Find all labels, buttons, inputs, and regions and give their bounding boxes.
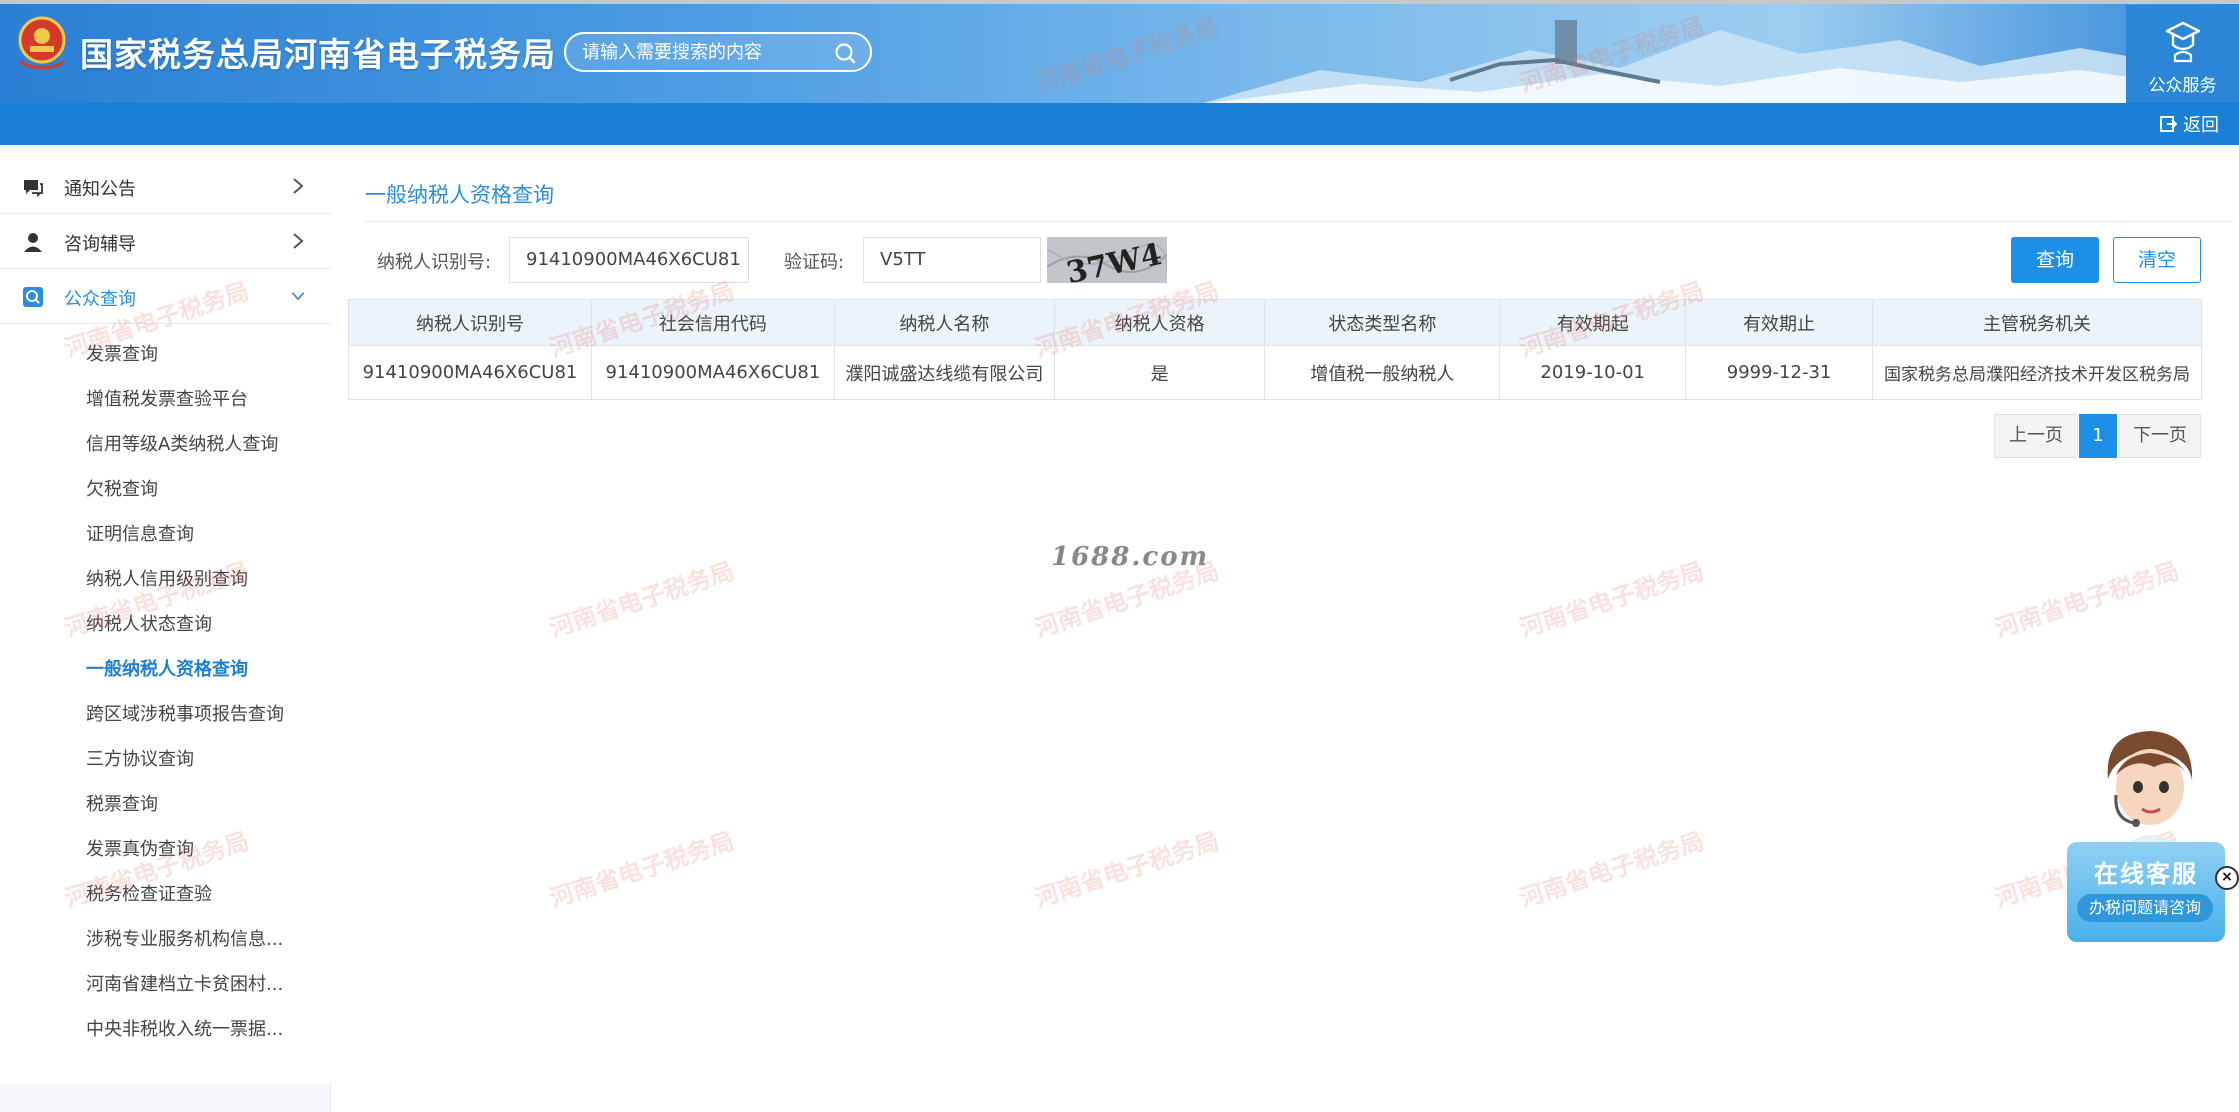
next-page-button[interactable]: 下一页 <box>2119 414 2201 458</box>
captcha-label: 验证码: <box>784 252 845 273</box>
captcha-image[interactable]: 37W4 <box>1047 237 1167 283</box>
public-service-label: 公众服务 <box>2148 76 2217 96</box>
sidebar-item-public-query[interactable]: 公众查询 <box>0 269 331 324</box>
great-wall-illustration <box>1203 20 2150 103</box>
submenu-item[interactable]: 纳税人信用级别查询 <box>86 565 248 591</box>
chevron-right-icon <box>293 233 304 249</box>
column-header: 社会信用代码 <box>590 299 835 346</box>
chevron-right-icon <box>293 178 304 194</box>
sidebar: 通知公告 咨询辅导 公众查询 发票查询 增值税发票查验平台 信用等级A类纳税人查… <box>0 159 331 1112</box>
service-agent-avatar-icon <box>2107 731 2193 847</box>
header-toolbar: 返回 <box>0 103 2239 145</box>
submenu-item[interactable]: 三方协议查询 <box>86 745 194 771</box>
clear-button[interactable]: 清空 <box>2113 237 2201 283</box>
column-header: 主管税务机关 <box>1871 299 2203 346</box>
tax-emblem-icon <box>18 16 66 70</box>
table-cell: 9999-12-31 <box>1685 345 1873 400</box>
submenu-item[interactable]: 涉税专业服务机构信息... <box>86 925 283 951</box>
site-header: 国家税务总局河南省电子税务局 公众服务 <box>0 0 2239 103</box>
table-header-row: 纳税人识别号 社会信用代码 纳税人名称 纳税人资格 状态类型名称 有效期起 有效… <box>348 299 2203 346</box>
column-header: 有效期起 <box>1499 299 1687 346</box>
submenu-item-current[interactable]: 一般纳税人资格查询 <box>86 655 248 681</box>
search-icon[interactable] <box>834 42 856 64</box>
prev-page-button[interactable]: 上一页 <box>1994 414 2078 458</box>
submenu-item[interactable]: 增值税发票查验平台 <box>86 385 248 411</box>
divider <box>365 221 2233 222</box>
column-header: 纳税人名称 <box>833 299 1055 346</box>
customer-service-panel[interactable]: 在线客服 办税问题请咨询 <box>2067 842 2225 942</box>
submenu-item[interactable]: 发票查询 <box>86 340 158 366</box>
top-border <box>0 0 2239 4</box>
sidebar-item-label: 咨询辅导 <box>64 234 136 255</box>
submenu-item[interactable]: 发票真伪查询 <box>86 835 194 861</box>
submenu-item[interactable]: 中央非税收入统一票据... <box>86 1015 283 1041</box>
search-input[interactable] <box>582 40 822 64</box>
graduate-cap-icon <box>2165 21 2201 63</box>
table-row: 91410900MA46X6CU81 91410900MA46X6CU81 濮阳… <box>348 345 2203 400</box>
site-title: 国家税务总局河南省电子税务局 <box>80 35 556 74</box>
table-cell: 增值税一般纳税人 <box>1264 345 1501 400</box>
table-cell: 91410900MA46X6CU81 <box>590 345 835 400</box>
submenu-item[interactable]: 河南省建档立卡贫困村... <box>86 970 283 996</box>
site-search[interactable] <box>564 32 872 72</box>
public-service-button[interactable]: 公众服务 <box>2126 5 2239 103</box>
sidebar-item-announcements[interactable]: 通知公告 <box>0 159 331 214</box>
column-header: 纳税人资格 <box>1053 299 1266 346</box>
consultant-icon <box>24 233 42 252</box>
taxpayer-id-input[interactable]: 91410900MA46X6CU81 <box>509 237 749 283</box>
customer-service-subtitle[interactable]: 办税问题请咨询 <box>2077 894 2213 922</box>
submenu-item[interactable]: 纳税人状态查询 <box>86 610 212 636</box>
table-cell: 是 <box>1053 345 1266 400</box>
main-content: 一般纳税人资格查询 纳税人识别号: 91410900MA46X6CU81 验证码… <box>331 159 2239 1112</box>
submenu-item[interactable]: 证明信息查询 <box>86 520 194 546</box>
column-header: 纳税人识别号 <box>348 299 592 346</box>
page-title: 一般纳税人资格查询 <box>365 183 554 207</box>
customer-service-title: 在线客服 <box>2094 860 2198 888</box>
table-cell: 2019-10-01 <box>1499 345 1687 400</box>
submenu-item[interactable]: 欠税查询 <box>86 475 158 501</box>
submenu-item[interactable]: 跨区域涉税事项报告查询 <box>86 700 284 726</box>
column-header: 状态类型名称 <box>1264 299 1501 346</box>
exit-icon <box>2160 116 2177 132</box>
submenu-item[interactable]: 信用等级A类纳税人查询 <box>86 430 278 456</box>
public-query-submenu: 发票查询 增值税发票查验平台 信用等级A类纳税人查询 欠税查询 证明信息查询 纳… <box>0 324 331 1084</box>
column-header: 有效期止 <box>1685 299 1873 346</box>
return-button[interactable]: 返回 <box>2159 111 2219 137</box>
site-watermark: 1688.com <box>1051 542 1210 572</box>
submenu-item[interactable]: 税票查询 <box>86 790 158 816</box>
result-table: 纳税人识别号 社会信用代码 纳税人名称 纳税人资格 状态类型名称 有效期起 有效… <box>348 299 2203 400</box>
table-cell: 国家税务总局濮阳经济技术开发区税务局 <box>1871 345 2203 400</box>
submenu-item[interactable]: 税务检查证查验 <box>86 880 212 906</box>
page-number-current[interactable]: 1 <box>2079 414 2117 458</box>
taxpayer-id-label: 纳税人识别号: <box>377 252 492 273</box>
query-button[interactable]: 查询 <box>2011 237 2099 283</box>
sidebar-item-label: 通知公告 <box>64 179 136 200</box>
online-customer-service-widget[interactable]: 在线客服 办税问题请咨询 × <box>2064 727 2239 957</box>
chevron-down-icon <box>291 292 305 301</box>
sidebar-item-label: 公众查询 <box>64 289 136 310</box>
table-cell: 濮阳诚盛达线缆有限公司 <box>833 345 1055 400</box>
announcement-icon <box>24 180 43 198</box>
sidebar-item-consulting[interactable]: 咨询辅导 <box>0 214 331 269</box>
close-icon[interactable]: × <box>2215 866 2239 890</box>
return-label: 返回 <box>2183 115 2219 136</box>
captcha-input[interactable]: V5TT <box>863 237 1041 283</box>
table-cell: 91410900MA46X6CU81 <box>348 345 592 400</box>
search-icon <box>23 287 43 307</box>
